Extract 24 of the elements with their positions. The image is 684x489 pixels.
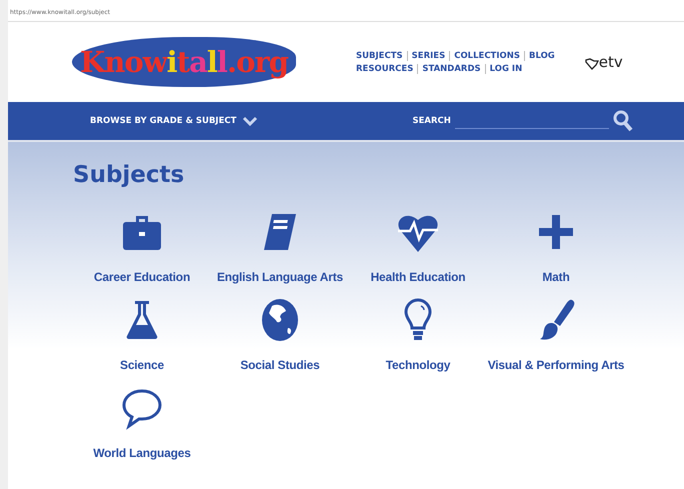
search-label: SEARCH — [412, 116, 451, 126]
nav-link[interactable]: RESOURCES — [356, 64, 418, 74]
subject-link[interactable]: World Languages — [73, 386, 211, 460]
subject-link[interactable]: Science — [73, 298, 211, 372]
nav-link[interactable]: BLOG — [524, 50, 559, 60]
page-heading: Subjects — [73, 162, 186, 188]
browse-menu-button[interactable]: BROWSE BY GRADE & SUBJECT — [90, 116, 258, 126]
subject-link[interactable]: Social Studies — [211, 298, 349, 372]
chevron-down-icon — [242, 116, 258, 126]
nav-link[interactable]: SERIES — [406, 50, 450, 60]
nav-link[interactable]: STANDARDS — [417, 64, 485, 74]
site-logo[interactable]: Knowitall.org — [72, 37, 296, 87]
partner-logo[interactable]: etv — [584, 54, 623, 70]
subject-link[interactable]: English Language Arts — [211, 210, 349, 284]
subject-link[interactable]: Math — [487, 210, 625, 284]
nav-link[interactable]: COLLECTIONS — [449, 50, 524, 60]
search-button[interactable] — [612, 110, 633, 132]
nav-link[interactable]: LOG IN — [484, 64, 526, 74]
subject-link[interactable]: Health Education — [349, 210, 487, 284]
subject-link[interactable]: Visual & Performing Arts — [487, 298, 625, 372]
nav-link[interactable]: SUBJECTS — [356, 50, 407, 60]
search-icon — [612, 110, 633, 132]
subject-link[interactable]: Technology — [349, 298, 487, 372]
subject-link[interactable]: Career Education — [73, 210, 211, 284]
